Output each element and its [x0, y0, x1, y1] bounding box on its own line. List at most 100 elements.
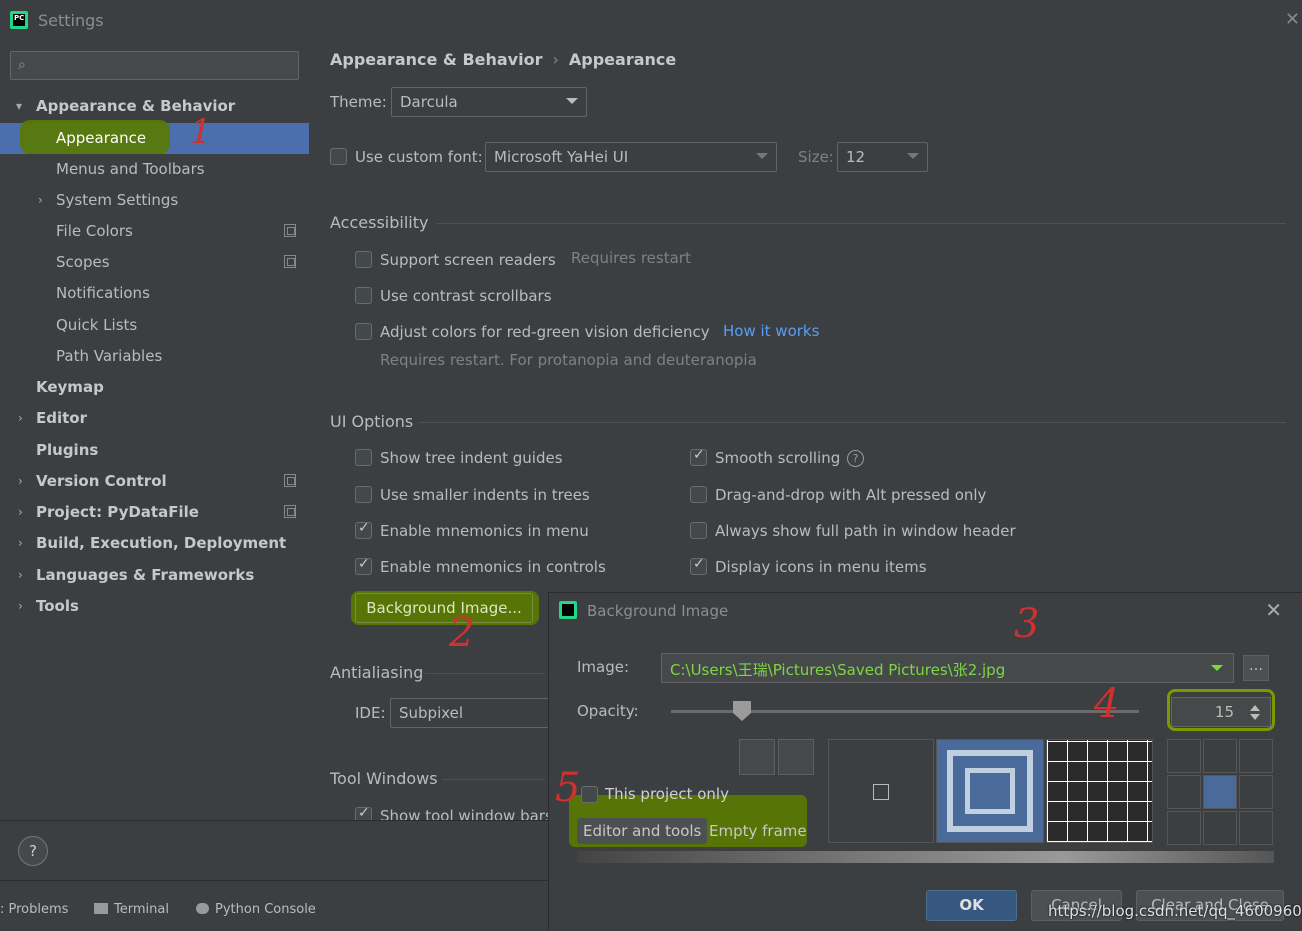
custom-font-checkbox[interactable]	[330, 148, 347, 165]
anchor-top-left[interactable]	[1167, 739, 1201, 773]
sidebar-item-notifications[interactable]: Notifications	[0, 278, 309, 309]
sidebar-item-tools[interactable]: › Tools	[0, 591, 309, 622]
sidebar-item-path-variables[interactable]: Path Variables	[0, 341, 309, 372]
display-icons-label: Display icons in menu items	[715, 558, 927, 576]
status-bar: : Problems Terminal Python Console	[0, 880, 548, 931]
chevron-right-icon: ›	[38, 193, 43, 207]
anchor-bottom-left[interactable]	[1167, 811, 1201, 845]
red-green-checkbox[interactable]	[355, 323, 372, 340]
sidebar-item-languages[interactable]: › Languages & Frameworks	[0, 560, 309, 591]
ide-antialiasing-select[interactable]: Subpixel	[390, 698, 560, 728]
dialog-title: Background Image	[587, 602, 729, 620]
display-icons-checkbox[interactable]	[690, 556, 707, 575]
python-console-tab[interactable]: Python Console	[196, 902, 316, 917]
theme-select[interactable]: Darcula	[391, 87, 587, 117]
chevron-right-icon: ›	[18, 568, 23, 582]
sidebar-item-keymap[interactable]: Keymap	[0, 372, 309, 403]
mnemonics-controls-checkbox[interactable]	[355, 556, 372, 575]
screen-readers-label: Support screen readers	[380, 251, 556, 269]
sidebar-item-appearance-behavior[interactable]: ▾ Appearance & Behavior	[0, 91, 309, 122]
close-icon[interactable]: ✕	[1265, 598, 1282, 622]
custom-font-label: Use custom font:	[355, 148, 483, 166]
anchor-bottom-right[interactable]	[1239, 811, 1273, 845]
theme-label: Theme:	[330, 93, 387, 111]
terminal-tab[interactable]: Terminal	[94, 902, 169, 917]
smaller-indents-checkbox[interactable]	[355, 486, 372, 503]
screen-readers-checkbox[interactable]	[355, 251, 372, 268]
tool-windows-section-title: Tool Windows	[330, 769, 438, 788]
fill-mode-center[interactable]	[828, 739, 934, 843]
background-image-dialog: Background Image ✕ 3 Image: C:\Users\王瑞\…	[548, 592, 1302, 931]
contrast-scrollbars-checkbox[interactable]	[355, 287, 372, 304]
arrow-up-icon[interactable]	[1250, 705, 1260, 711]
chevron-right-icon: ›	[18, 474, 23, 488]
sidebar-item-quick-lists[interactable]: Quick Lists	[0, 310, 309, 341]
ui-options-section-title: UI Options	[330, 412, 414, 431]
drag-drop-alt-checkbox[interactable]	[690, 486, 707, 503]
mnemonics-menu-checkbox[interactable]	[355, 520, 372, 539]
background-image-button[interactable]: Background Image...	[355, 593, 533, 623]
browse-button[interactable]: ...	[1243, 655, 1269, 681]
sidebar-item-editor[interactable]: › Editor	[0, 403, 309, 434]
title-bar: PC Settings ✕	[0, 0, 1302, 40]
sidebar-item-file-colors[interactable]: File Colors	[0, 216, 309, 247]
square-icon	[965, 768, 1015, 814]
sidebar-item-scopes[interactable]: Scopes	[0, 247, 309, 278]
tree-indent-checkbox[interactable]	[355, 449, 372, 466]
help-icon[interactable]: ?	[18, 836, 48, 866]
anchor-bottom[interactable]	[1203, 811, 1237, 845]
annotation-mark-3: 3	[1014, 601, 1040, 647]
arrow-down-icon[interactable]	[1250, 714, 1260, 720]
chevron-down-icon: ▾	[16, 99, 23, 113]
flip-vertical-icon[interactable]	[778, 739, 814, 775]
font-size-select[interactable]: 12	[837, 142, 928, 172]
search-input[interactable]: ⌕	[10, 51, 299, 80]
problems-tab[interactable]: : Problems	[0, 902, 68, 917]
opacity-spinner[interactable]: 15	[1171, 697, 1271, 727]
anchor-center[interactable]	[1203, 775, 1237, 809]
fill-mode-scale[interactable]	[936, 739, 1044, 843]
smooth-scrolling-checkbox[interactable]	[690, 447, 707, 466]
sidebar-item-menus-toolbars[interactable]: Menus and Toolbars	[0, 154, 309, 185]
help-icon[interactable]: ?	[847, 450, 864, 467]
smaller-indents-label: Use smaller indents in trees	[380, 486, 590, 504]
sidebar-item-plugins[interactable]: Plugins	[0, 435, 309, 466]
watermark: https://blog.csdn.net/qq_46009608	[1048, 902, 1302, 920]
sidebar-item-project[interactable]: › Project: PyDataFile	[0, 497, 309, 528]
sidebar-item-system-settings[interactable]: › System Settings	[0, 185, 309, 216]
square-icon	[873, 784, 889, 800]
this-project-only-checkbox[interactable]	[581, 786, 598, 803]
anchor-top-right[interactable]	[1239, 739, 1273, 773]
annotation-mark-5: 5	[555, 765, 581, 811]
opacity-slider-thumb[interactable]	[733, 701, 751, 721]
mode-empty-frame-button[interactable]: Empty frame	[703, 818, 813, 844]
ok-button[interactable]: OK	[926, 890, 1017, 921]
custom-font-select[interactable]: Microsoft YaHei UI	[485, 142, 777, 172]
python-icon	[196, 903, 209, 914]
project-scope-icon	[284, 474, 296, 487]
requires-restart-note: Requires restart	[571, 249, 691, 267]
breadcrumb: Appearance & Behavior › Appearance	[330, 50, 677, 69]
settings-sidebar: ⌕ ▾ Appearance & Behavior Appearance Men…	[0, 40, 309, 820]
search-icon: ⌕	[18, 57, 26, 73]
divider	[442, 779, 545, 780]
fill-mode-tile[interactable]	[1046, 739, 1153, 843]
anchor-top[interactable]	[1203, 739, 1237, 773]
red-green-note: Requires restart. For protanopia and deu…	[380, 351, 757, 369]
chevron-down-icon	[907, 153, 919, 159]
close-icon[interactable]: ✕	[1285, 9, 1300, 30]
project-scope-icon	[284, 505, 296, 518]
anchor-left[interactable]	[1167, 775, 1201, 809]
image-preview-strip	[577, 851, 1274, 863]
flip-horizontal-icon[interactable]	[739, 739, 775, 775]
mode-editor-tools-button[interactable]: Editor and tools	[577, 818, 708, 844]
chevron-right-icon: ›	[18, 505, 23, 519]
sidebar-item-version-control[interactable]: › Version Control	[0, 466, 309, 497]
sidebar-item-build[interactable]: › Build, Execution, Deployment	[0, 528, 309, 559]
this-project-only-label: This project only	[605, 785, 729, 803]
image-path-field[interactable]: C:\Users\王瑞\Pictures\Saved Pictures\张2.j…	[661, 653, 1234, 683]
how-it-works-link[interactable]: How it works	[723, 322, 819, 340]
anchor-right[interactable]	[1239, 775, 1273, 809]
full-path-checkbox[interactable]	[690, 522, 707, 539]
mnemonics-controls-label: Enable mnemonics in controls	[380, 558, 606, 576]
